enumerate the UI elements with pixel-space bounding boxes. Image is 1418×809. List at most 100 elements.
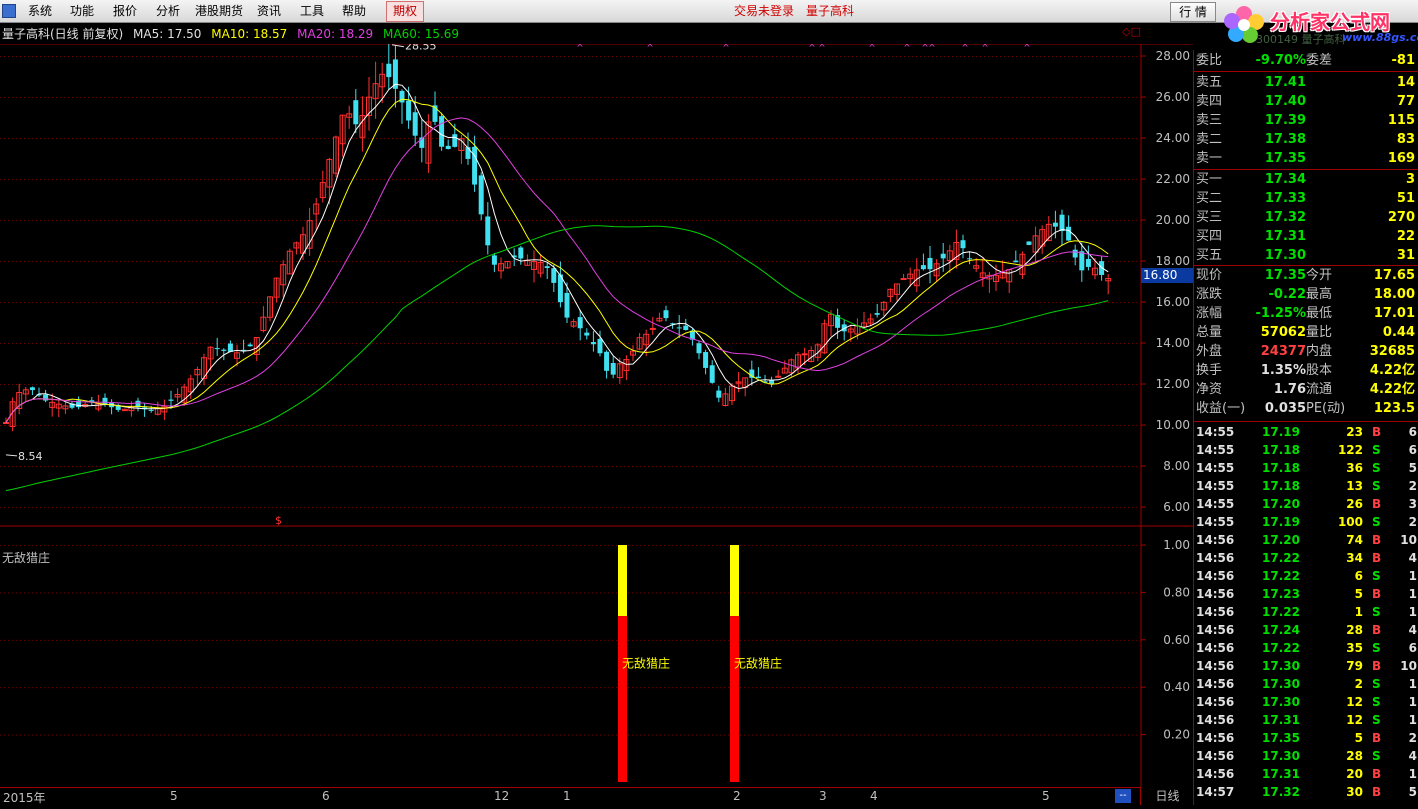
trade-status[interactable]: 交易未登录: [734, 0, 794, 22]
grid-dot: [336, 466, 337, 467]
grid-dot: [348, 466, 349, 467]
grid-dot: [652, 302, 653, 303]
grid-dot: [96, 735, 97, 736]
grid-dot: [268, 507, 269, 508]
grid-dot: [980, 687, 981, 688]
grid-dot: [160, 261, 161, 262]
grid-dot: [476, 97, 477, 98]
grid-dot: [140, 220, 141, 221]
grid-dot: [692, 507, 693, 508]
chart-area[interactable]: 量子高科(日线 前复权) MA5: 17.50 MA10: 18.57 MA20…: [0, 22, 1193, 805]
grid-dot: [452, 261, 453, 262]
grid-dot: [540, 384, 541, 385]
grid-dot: [232, 466, 233, 467]
grid-dot: [572, 179, 573, 180]
grid-dot: [936, 507, 937, 508]
menu-system[interactable]: 系统: [28, 0, 52, 22]
grid-dot: [424, 384, 425, 385]
grid-dot: [400, 302, 401, 303]
grid-dot: [112, 507, 113, 508]
grid-dot: [632, 384, 633, 385]
grid-dot: [260, 507, 261, 508]
menu-hk-futures[interactable]: 港股期货: [195, 0, 243, 22]
menu-tools[interactable]: 工具: [300, 0, 324, 22]
grid-dot: [876, 220, 877, 221]
grid-dot: [476, 220, 477, 221]
grid-dot: [832, 179, 833, 180]
grid-dot: [192, 220, 193, 221]
grid-dot: [228, 466, 229, 467]
grid-dot: [1076, 545, 1077, 546]
grid-dot: [680, 687, 681, 688]
grid-dot: [616, 735, 617, 736]
grid-dot: [992, 640, 993, 641]
grid-dot: [476, 640, 477, 641]
grid-dot: [972, 97, 973, 98]
grid-dot: [248, 640, 249, 641]
chart-corner-icons[interactable]: ◇□: [1122, 25, 1141, 38]
grid-dot: [864, 687, 865, 688]
grid-dot: [272, 384, 273, 385]
quote-button[interactable]: 行 情: [1170, 2, 1216, 22]
grid-dot: [704, 302, 705, 303]
menu-function[interactable]: 功能: [70, 0, 94, 22]
grid-dot: [288, 735, 289, 736]
grid-dot: [372, 261, 373, 262]
grid-dot: [592, 425, 593, 426]
grid-dot: [1060, 735, 1061, 736]
grid-dot: [556, 384, 557, 385]
grid-dot: [164, 687, 165, 688]
grid-dot: [256, 56, 257, 57]
grid-dot: [556, 735, 557, 736]
grid-dot: [884, 220, 885, 221]
menu-quote[interactable]: 报价: [113, 0, 137, 22]
grid-dot: [840, 343, 841, 344]
grid-dot: [88, 302, 89, 303]
grid-dot: [844, 640, 845, 641]
grid-dot: [92, 425, 93, 426]
grid-dot: [916, 302, 917, 303]
grid-dot: [484, 97, 485, 98]
grid-dot: [248, 220, 249, 221]
grid-dot: [408, 343, 409, 344]
grid-dot: [180, 97, 181, 98]
grid-dot: [460, 507, 461, 508]
grid-dot: [164, 179, 165, 180]
grid-dot: [528, 261, 529, 262]
grid-dot: [56, 261, 57, 262]
grid-dot: [1052, 466, 1053, 467]
grid-dot: [356, 302, 357, 303]
grid-dot: [36, 179, 37, 180]
grid-dot: [648, 261, 649, 262]
grid-dot: [1048, 97, 1049, 98]
grid-dot: [444, 138, 445, 139]
grid-dot: [364, 179, 365, 180]
grid-dot: [992, 138, 993, 139]
grid-dot: [612, 302, 613, 303]
grid-dot: [1008, 545, 1009, 546]
grid-dot: [336, 687, 337, 688]
kline-svg[interactable]: 28.0026.0024.0022.0020.0018.0016.0014.00…: [0, 44, 1193, 809]
grid-dot: [232, 261, 233, 262]
grid-dot: [232, 138, 233, 139]
grid-dot: [636, 507, 637, 508]
grid-dot: [728, 545, 729, 546]
grid-dot: [744, 138, 745, 139]
grid-dot: [684, 220, 685, 221]
grid-dot: [1052, 97, 1053, 98]
menu-news[interactable]: 资讯: [257, 0, 281, 22]
grid-dot: [804, 640, 805, 641]
grid-dot: [768, 384, 769, 385]
menu-options[interactable]: 期权: [386, 1, 424, 22]
grid-dot: [116, 261, 117, 262]
grid-dot: [944, 179, 945, 180]
grid-dot: [52, 592, 53, 593]
grid-dot: [40, 640, 41, 641]
grid-dot: [980, 640, 981, 641]
grid-dot: [460, 97, 461, 98]
grid-dot: [472, 735, 473, 736]
grid-dot: [940, 56, 941, 57]
menu-analysis[interactable]: 分析: [156, 0, 180, 22]
menu-help[interactable]: 帮助: [342, 0, 366, 22]
grid-dot: [524, 343, 525, 344]
